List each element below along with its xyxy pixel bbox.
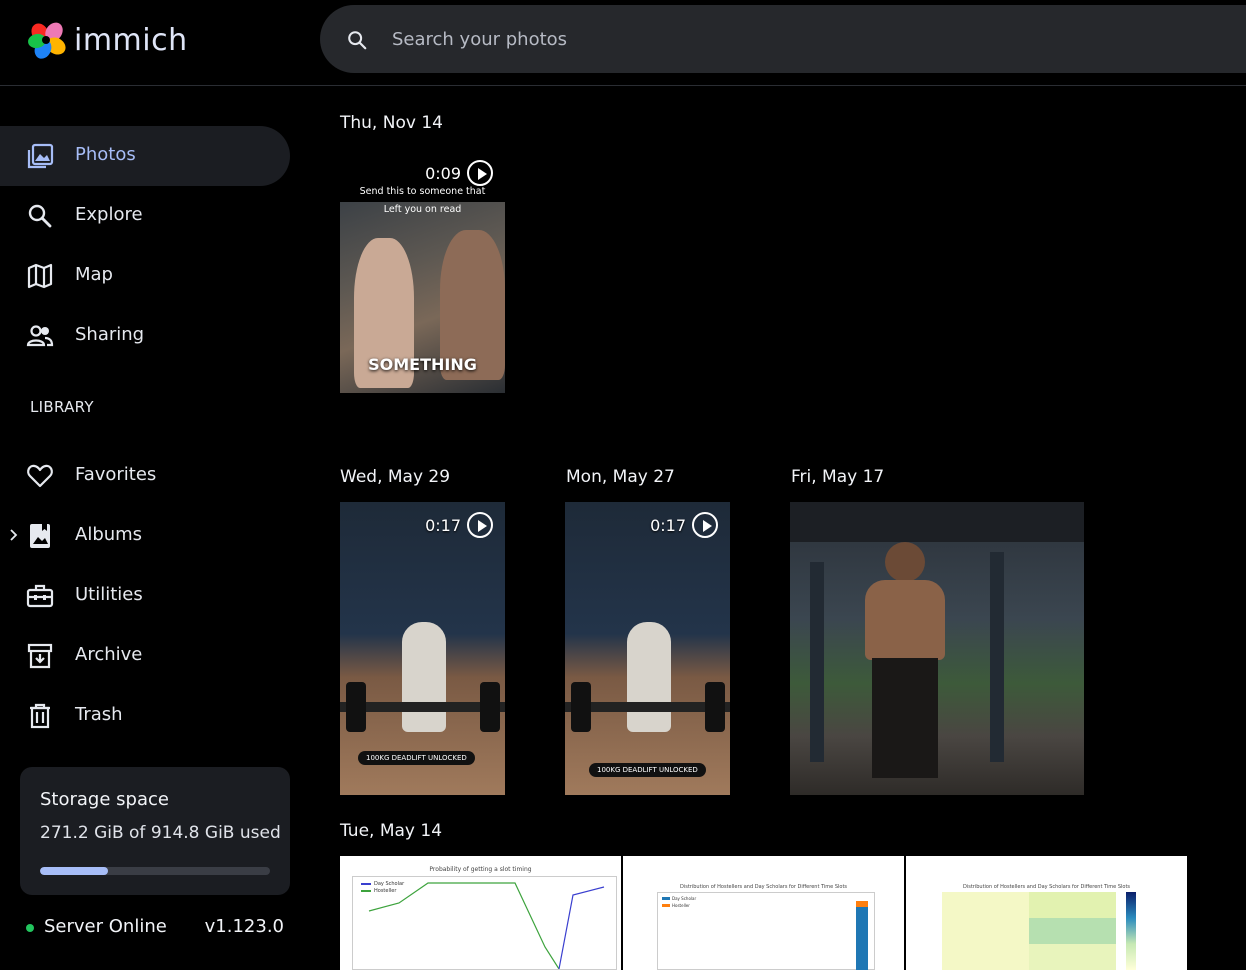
- weight-plate: [571, 682, 591, 732]
- chart-image-bar: [856, 907, 868, 970]
- video-thumbnail[interactable]: Send this to someone that Left you on re…: [340, 150, 505, 393]
- video-caption-bottom: SOMETHING: [368, 355, 477, 374]
- pillar: [990, 552, 1004, 762]
- map-icon: [27, 263, 53, 289]
- people-icon: [26, 325, 54, 347]
- storage-progress-fill: [40, 867, 109, 875]
- weight-plate: [480, 682, 500, 732]
- sidebar-item-label: Sharing: [75, 324, 145, 345]
- video-duration: 0:17: [650, 512, 718, 538]
- chevron-right-icon[interactable]: [8, 528, 18, 542]
- chart-image-plot: Day Scholar Hosteller: [352, 876, 617, 970]
- sidebar-item-label: Map: [75, 264, 113, 285]
- search-bar[interactable]: [320, 5, 1246, 73]
- weight-plate: [346, 682, 366, 732]
- photo-thumbnail[interactable]: Distribution of Hostellers and Day Schol…: [623, 856, 904, 970]
- sidebar-item-label: Archive: [75, 644, 143, 665]
- trash-icon: [30, 703, 50, 729]
- sidebar-item-trash[interactable]: Trash: [0, 686, 290, 746]
- video-caption-badge: 100KG DEADLIFT UNLOCKED: [358, 751, 475, 765]
- photo-thumbnail[interactable]: [790, 502, 1084, 795]
- online-status-dot: [26, 924, 34, 932]
- gym-ceiling: [790, 502, 1084, 542]
- play-icon: [692, 512, 718, 538]
- library-section-label: LIBRARY: [30, 398, 94, 416]
- duration-label: 0:17: [425, 515, 461, 535]
- archive-icon: [27, 643, 53, 669]
- person-legs: [872, 658, 938, 778]
- sidebar-item-label: Utilities: [75, 584, 143, 605]
- chart-image-lines: [368, 882, 605, 969]
- video-duration: 0:17: [425, 512, 493, 538]
- duration-label: 0:17: [650, 515, 686, 535]
- pillar: [810, 562, 824, 762]
- sidebar-item-favorites[interactable]: Favorites: [0, 446, 290, 506]
- storage-title: Storage space: [40, 789, 169, 810]
- sidebar-item-map[interactable]: Map: [0, 246, 290, 306]
- app-name: immich: [74, 22, 188, 58]
- play-icon: [467, 160, 493, 186]
- person-figure: [402, 622, 446, 732]
- search-icon[interactable]: [346, 29, 368, 51]
- heatmap-cell: [1029, 918, 1116, 944]
- chart-image-title: Probability of getting a slot timing: [429, 866, 532, 873]
- chart-image-heatmap: [942, 892, 1116, 970]
- storage-usage-text: 271.2 GiB of 914.8 GiB used: [40, 823, 281, 843]
- storage-card: Storage space 271.2 GiB of 914.8 GiB use…: [20, 767, 290, 895]
- immich-logo[interactable]: immich: [26, 20, 188, 60]
- photo-thumbnail[interactable]: Probability of getting a slot timing Day…: [340, 856, 621, 970]
- video-caption-mid: Left you on read: [383, 204, 462, 215]
- chart-image-title: Distribution of Hostellers and Day Schol…: [679, 884, 848, 890]
- chart-image-legend: Day Scholar: [672, 896, 697, 901]
- sidebar: Photos Explore Map Sharing LIBRARY Favor…: [0, 86, 300, 970]
- person-torso: [865, 580, 945, 660]
- sidebar-item-label: Explore: [75, 204, 143, 225]
- play-icon: [467, 512, 493, 538]
- heatmap-cell: [1029, 892, 1116, 918]
- heatmap-cell: [1029, 944, 1116, 970]
- search-icon: [28, 204, 52, 228]
- sidebar-item-archive[interactable]: Archive: [0, 626, 290, 686]
- sidebar-item-utilities[interactable]: Utilities: [0, 566, 290, 626]
- weight-plate: [705, 682, 725, 732]
- sidebar-item-sharing[interactable]: Sharing: [0, 306, 290, 366]
- person-figure: [627, 622, 671, 732]
- video-duration: 0:09: [425, 160, 493, 186]
- server-version[interactable]: v1.123.0: [205, 916, 284, 937]
- photo-thumbnail[interactable]: Distribution of Hostellers and Day Schol…: [906, 856, 1187, 970]
- video-thumbnail[interactable]: 100KG DEADLIFT UNLOCKED 0:17: [340, 502, 505, 795]
- sidebar-item-albums[interactable]: Albums: [0, 506, 290, 566]
- date-group-header[interactable]: Thu, Nov 14: [340, 113, 443, 133]
- chart-image-legend: Hosteller: [672, 903, 690, 908]
- sidebar-item-photos[interactable]: Photos: [0, 126, 290, 186]
- album-icon: [30, 524, 50, 548]
- photos-icon: [27, 143, 54, 169]
- heart-icon: [27, 464, 53, 488]
- chart-image-title: Distribution of Hostellers and Day Schol…: [962, 884, 1131, 890]
- sidebar-item-label: Albums: [75, 524, 143, 545]
- person-head: [885, 542, 925, 582]
- chart-image-plot: Day Scholar Hosteller: [657, 892, 875, 970]
- server-status-label: Server Online: [44, 916, 167, 937]
- sidebar-item-label: Trash: [75, 704, 123, 725]
- date-group-header[interactable]: Wed, May 29: [340, 467, 450, 487]
- video-caption-top: Send this to someone that: [359, 186, 486, 197]
- sidebar-item-label: Favorites: [75, 464, 157, 485]
- date-group-header[interactable]: Tue, May 14: [340, 821, 442, 841]
- date-group-header[interactable]: Mon, May 27: [566, 467, 675, 487]
- video-thumbnail[interactable]: 100KG DEADLIFT UNLOCKED 0:17: [565, 502, 730, 795]
- server-status: Server Online v1.123.0: [24, 916, 290, 940]
- chart-image-colorbar: [1126, 892, 1136, 970]
- top-bar: immich: [0, 0, 1246, 86]
- date-group-header[interactable]: Fri, May 17: [791, 467, 884, 487]
- video-caption-badge: 100KG DEADLIFT UNLOCKED: [589, 763, 706, 777]
- sidebar-item-explore[interactable]: Explore: [0, 186, 290, 246]
- toolbox-icon: [26, 584, 54, 608]
- duration-label: 0:09: [425, 163, 461, 183]
- sidebar-item-label: Photos: [75, 144, 136, 165]
- immich-logo-icon: [28, 22, 66, 59]
- storage-progress-bar: [40, 867, 270, 875]
- search-input[interactable]: [392, 25, 992, 53]
